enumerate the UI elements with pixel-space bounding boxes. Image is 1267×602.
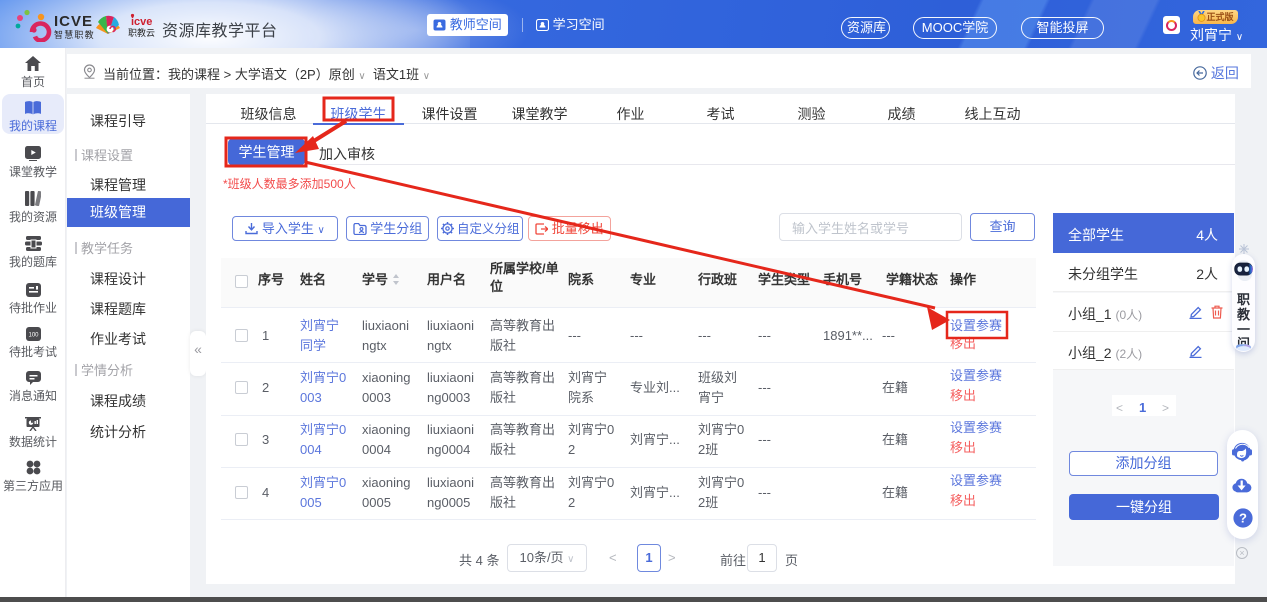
svg-text:icve: icve	[131, 16, 152, 28]
svg-text:智慧职教: 智慧职教	[54, 29, 95, 40]
svg-text:?: ?	[1239, 511, 1247, 526]
svg-text:100: 100	[28, 333, 39, 339]
svg-text:ICVE: ICVE	[54, 13, 93, 30]
svg-text:职教云: 职教云	[128, 27, 155, 38]
